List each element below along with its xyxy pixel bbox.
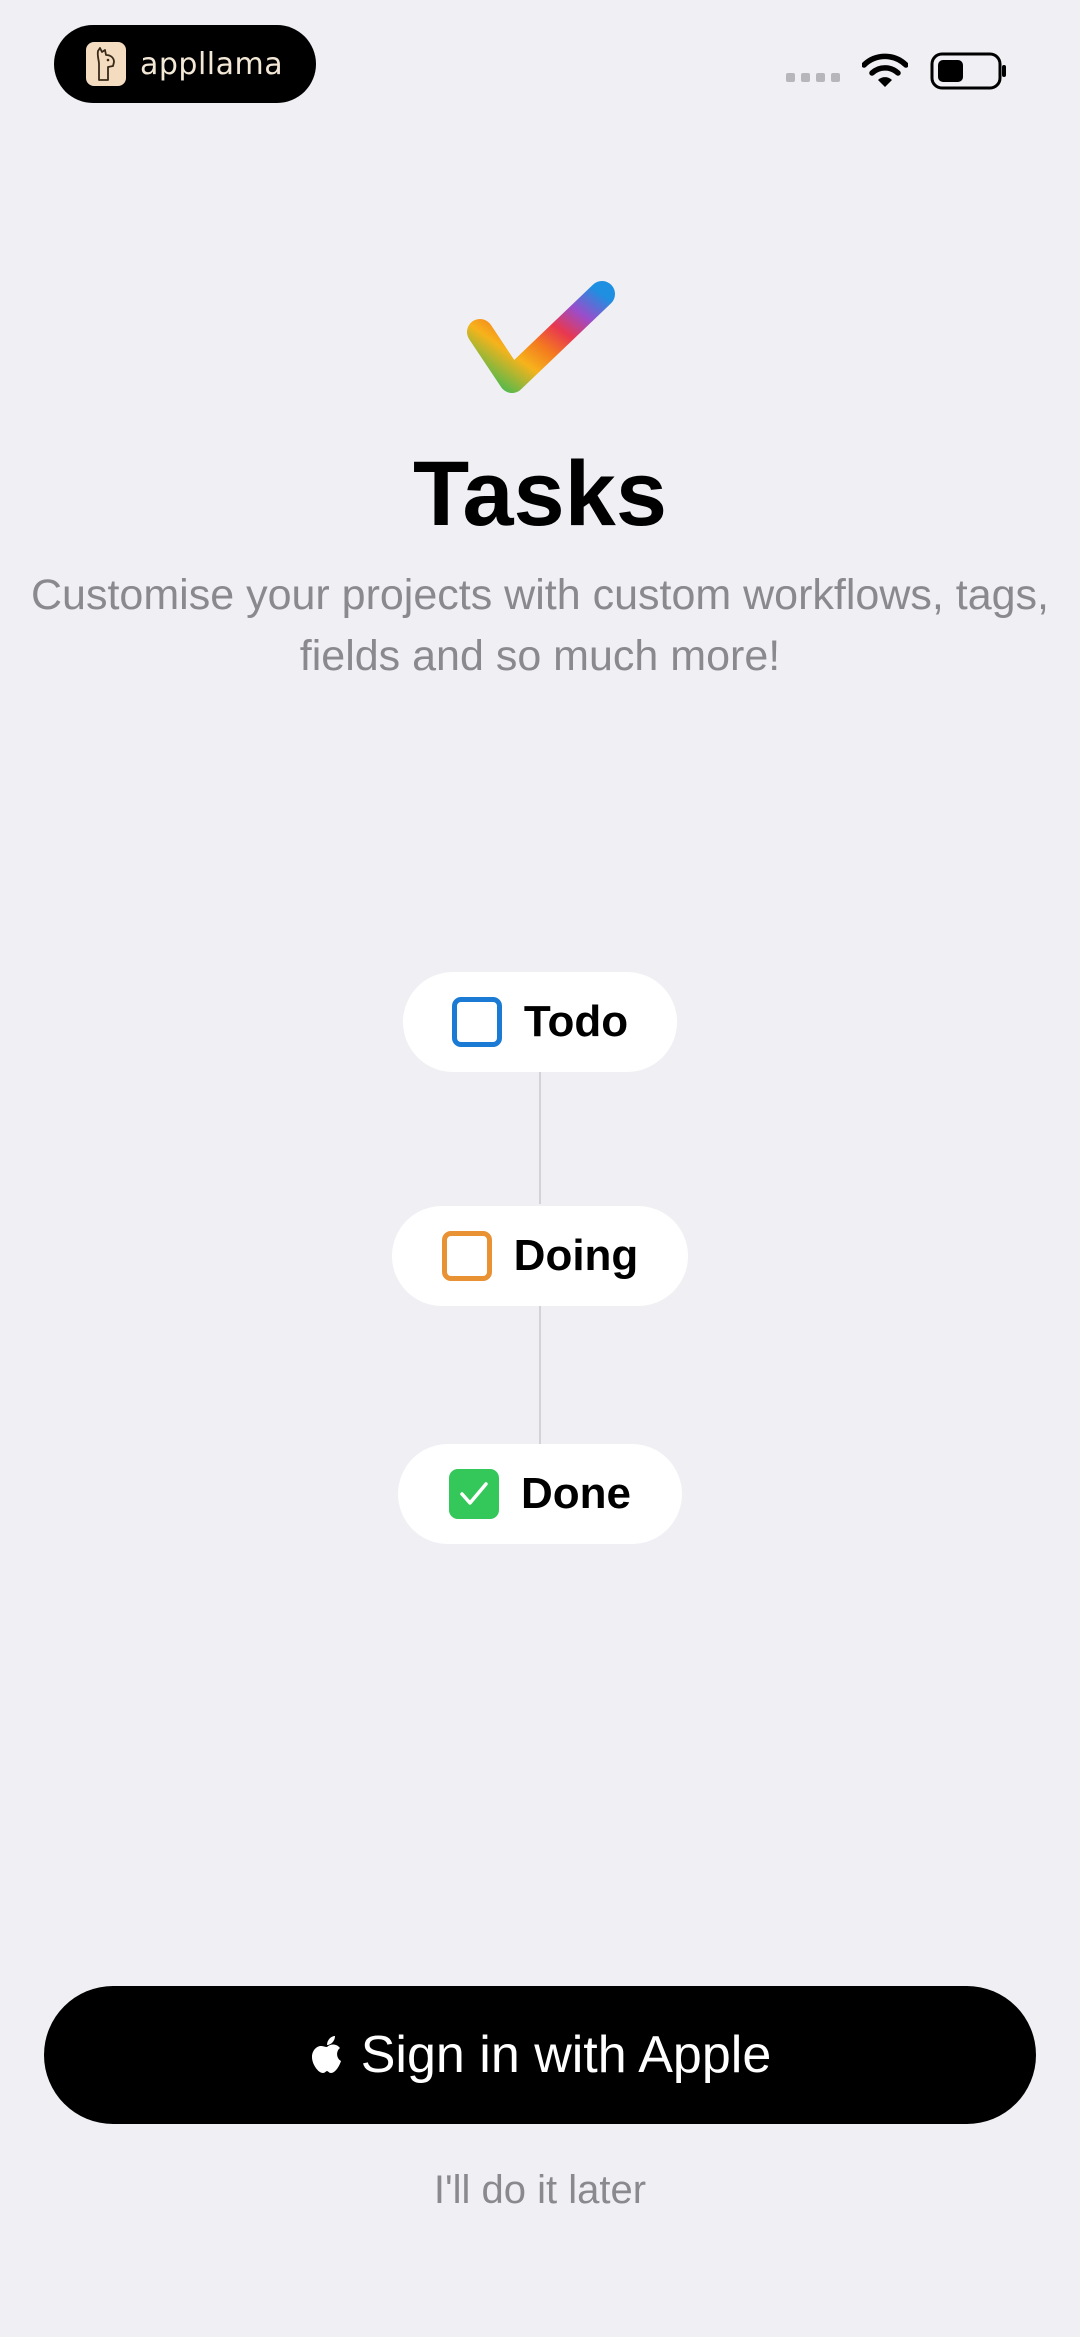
status-icons xyxy=(786,52,1008,90)
appllama-badge[interactable]: appllama xyxy=(54,25,316,103)
sign-in-with-apple-button[interactable]: Sign in with Apple xyxy=(44,1986,1036,2124)
llama-icon xyxy=(86,42,126,86)
apple-logo-icon xyxy=(311,2036,341,2073)
sign-in-button-label: Sign in with Apple xyxy=(360,2026,772,2084)
workflow-connector xyxy=(539,1072,541,1204)
do-it-later-link[interactable]: I'll do it later xyxy=(0,2168,1080,2213)
page-subtitle: Customise your projects with custom work… xyxy=(31,571,1049,680)
checkbox-unchecked-icon xyxy=(441,1231,492,1281)
cellular-signal-icon xyxy=(786,72,840,82)
workflow-step-label: Todo xyxy=(523,997,629,1046)
checkbox-unchecked-icon xyxy=(451,997,502,1047)
battery-icon xyxy=(930,52,1006,90)
workflow-step-todo: Todo xyxy=(403,972,677,1072)
workflow-step-label: Doing xyxy=(513,1231,639,1280)
workflow-step-label: Done xyxy=(521,1469,631,1518)
checkbox-checked-icon xyxy=(449,1469,499,1519)
wifi-icon xyxy=(862,53,908,87)
rainbow-checkmark-icon xyxy=(467,281,615,393)
workflow-step-doing: Doing xyxy=(392,1206,688,1306)
brand-name: appllama xyxy=(140,46,284,82)
workflow-connector xyxy=(539,1306,541,1444)
page-title: Tasks xyxy=(412,443,668,545)
workflow-step-done: Done xyxy=(398,1444,682,1544)
